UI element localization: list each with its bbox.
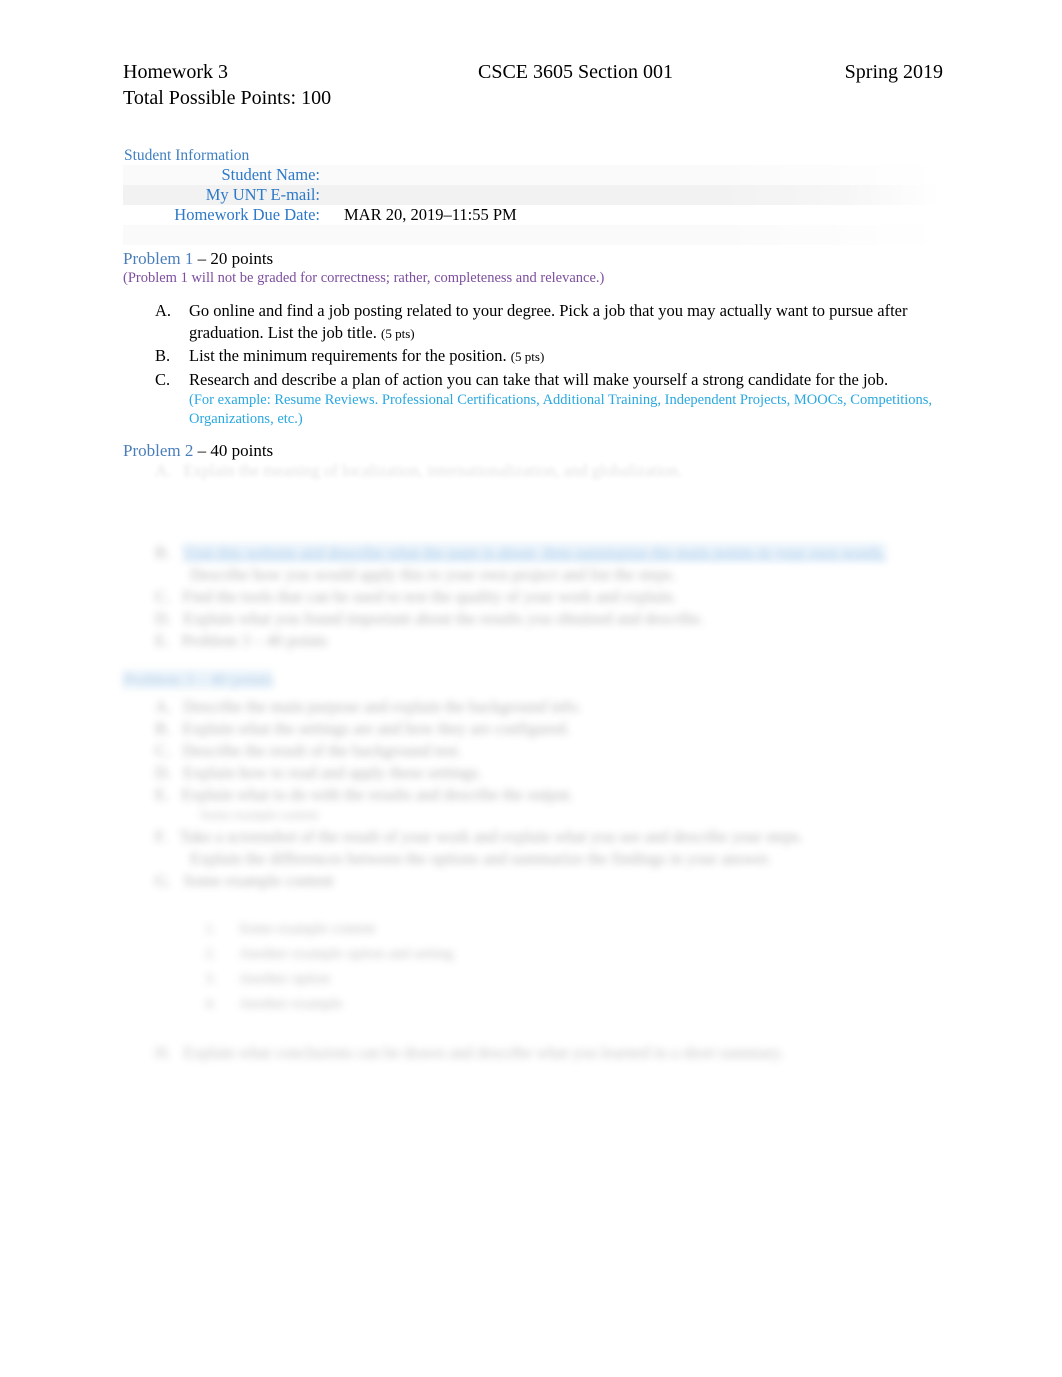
redacted-text: Find the tools that can be used to test … — [182, 587, 677, 606]
redacted-text: Some example content — [183, 871, 334, 890]
student-name-label: Student Name: — [221, 165, 320, 184]
redacted-line: E. Problem 3 – 40 points — [155, 631, 327, 651]
list-item-points: (5 pts) — [510, 349, 545, 364]
redacted-content-region: A. Explain the meaning of localization, … — [0, 455, 1062, 1075]
redacted-text: Some example content — [238, 921, 376, 937]
student-name-row: Student Name: — [123, 165, 941, 185]
list-item-text: Go online and find a job posting related… — [189, 301, 908, 342]
redacted-marker: B. — [155, 543, 171, 562]
redacted-text: Explain how to read and apply these sett… — [183, 763, 483, 782]
redacted-marker: 2. — [205, 946, 217, 962]
redacted-line: G. Some example content — [155, 871, 334, 891]
student-information-title: Student Information — [124, 147, 250, 164]
redacted-text: Take a screenshot of the result of your … — [179, 827, 804, 846]
redacted-line: B. Visit this website and describe what … — [155, 543, 887, 563]
due-date-value: MAR 20, 2019–11:55 PM — [344, 205, 517, 224]
redacted-line: A. Describe the main purpose and explain… — [155, 697, 582, 717]
redacted-marker: D. — [155, 609, 172, 628]
document-header: Homework 3 CSCE 3605 Section 001 Spring … — [123, 60, 943, 111]
list-item-subnote: (For example: Resume Reviews. Profession… — [189, 392, 933, 427]
redacted-text: Explain the meaning of localization, int… — [183, 461, 682, 480]
redacted-marker: C. — [155, 741, 171, 760]
redacted-text: Describe the result of the background te… — [182, 741, 462, 760]
redacted-marker: C. — [155, 587, 171, 606]
problem-1-name: Problem 1 — [123, 249, 194, 268]
problem-1-heading: Problem 1 – 20 points — [123, 248, 273, 269]
redacted-text: Explain what conclusions can be drawn an… — [183, 1043, 784, 1062]
redacted-marker: B. — [155, 719, 171, 738]
redacted-marker: E. — [155, 631, 170, 650]
list-item-points: (5 pts) — [381, 325, 415, 341]
redacted-text: Another example option and setting — [238, 946, 454, 962]
student-email-label: My UNT E-mail: — [205, 185, 320, 204]
problem-1-item-list: A. Go online and find a job posting rela… — [155, 300, 945, 429]
redacted-text: Another example — [238, 996, 343, 1012]
list-item: A. Go online and find a job posting rela… — [155, 300, 945, 344]
redacted-line: Describe how you would apply this to you… — [190, 565, 676, 585]
document-page: Homework 3 CSCE 3605 Section 001 Spring … — [0, 0, 1062, 1377]
redacted-sub-item: 2. Another example option and setting — [205, 946, 454, 963]
problem-1-points: – 20 points — [193, 249, 274, 268]
redacted-line: H. Explain what conclusions can be drawn… — [155, 1043, 784, 1063]
redacted-text: Describe how you would apply this to you… — [190, 565, 676, 584]
redacted-sub-item: 4. Another example — [205, 996, 342, 1013]
list-item-body: List the minimum requirements for the po… — [189, 345, 945, 368]
assignment-title: Homework 3 — [123, 61, 228, 83]
redacted-marker: A. — [155, 461, 172, 480]
list-item-text: Research and describe a plan of action y… — [189, 369, 889, 389]
redacted-marker: E. — [155, 785, 170, 804]
course-title: CSCE 3605 Section 001 — [477, 61, 673, 83]
due-date-row: Homework Due Date: MAR 20, 2019–11:55 PM — [123, 205, 941, 225]
redacted-marker: D. — [155, 763, 172, 782]
redacted-line: C. Describe the result of the background… — [155, 741, 462, 761]
redacted-text: Explain what you found important about t… — [183, 609, 704, 628]
list-item: C. Research and describe a plan of actio… — [155, 369, 945, 429]
due-date-label: Homework Due Date: — [174, 205, 320, 224]
header-top-row: Homework 3 CSCE 3605 Section 001 Spring … — [123, 60, 943, 85]
redacted-marker: F. — [155, 827, 167, 846]
problem-1-note: (Problem 1 will not be graded for correc… — [123, 270, 605, 286]
redacted-sub-item: 1. Some example content — [205, 921, 375, 938]
student-info-trailing-row — [123, 225, 941, 245]
redacted-line: Explain the differences between the opti… — [190, 849, 771, 869]
student-email-row: My UNT E-mail: — [123, 185, 941, 205]
redacted-text: Explain what the settings are and how th… — [182, 719, 571, 738]
redacted-sub-item: 3. Another option — [205, 971, 330, 988]
redacted-line: Some example content — [200, 807, 318, 823]
redacted-marker: 4. — [205, 996, 217, 1012]
total-points-label: Total Possible Points: 100 — [123, 87, 332, 109]
list-item-marker: B. — [155, 346, 171, 365]
redacted-line: B. Explain what the settings are and how… — [155, 719, 570, 739]
redacted-line: A. Explain the meaning of localization, … — [155, 461, 682, 481]
redacted-marker: A. — [155, 697, 172, 716]
redacted-text: Describe the main purpose and explain th… — [183, 697, 582, 716]
redacted-marker: G. — [155, 871, 172, 890]
list-item-marker: C. — [155, 369, 171, 389]
redacted-line: F. Take a screenshot of the result of yo… — [155, 827, 803, 847]
redacted-line: C. Find the tools that can be used to te… — [155, 587, 677, 607]
list-item-body: Go online and find a job posting related… — [189, 300, 945, 344]
list-item-marker: A. — [155, 301, 172, 320]
redacted-text: Another option — [238, 971, 330, 987]
redacted-line: D. Explain how to read and apply these s… — [155, 763, 482, 783]
student-information-block: Student Information Student Name: My UNT… — [123, 146, 941, 245]
term-label: Spring 2019 — [844, 61, 943, 83]
redacted-line: E. Explain what to do with the results a… — [155, 785, 573, 805]
redacted-heading: Problem 3 – 40 points — [123, 670, 274, 690]
redacted-text: Some example content — [200, 807, 319, 822]
redacted-marker: 1. — [205, 921, 217, 937]
redacted-text: Problem 3 – 40 points — [181, 631, 328, 650]
redacted-text: Explain what to do with the results and … — [181, 785, 574, 804]
redacted-line: D. Explain what you found important abou… — [155, 609, 704, 629]
redacted-text: Explain the differences between the opti… — [190, 849, 772, 868]
redacted-heading-text: Problem 3 – 40 points — [123, 670, 274, 689]
redacted-marker: 3. — [205, 971, 217, 987]
redacted-marker: H. — [155, 1043, 172, 1062]
list-item-body: Research and describe a plan of action y… — [189, 369, 945, 429]
list-item-text: List the minimum requirements for the po… — [189, 346, 511, 365]
redacted-link-text[interactable]: Visit this website and describe what the… — [182, 543, 887, 562]
list-item: B. List the minimum requirements for the… — [155, 345, 945, 368]
